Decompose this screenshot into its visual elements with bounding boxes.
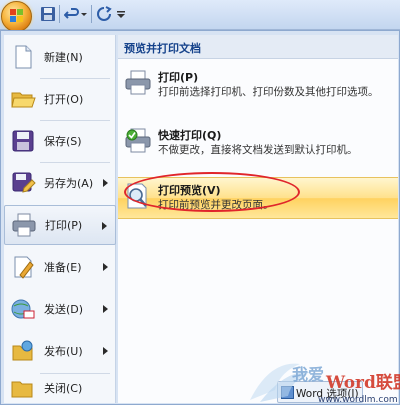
office-menu: 新建(N) 打开(O) 保存(S) 另存为(A) 打印(P) 准备(E) 发送(… [0, 30, 400, 405]
menu-item-print[interactable]: 打印(P) [4, 205, 116, 245]
menu-item-label: 打开(O) [44, 93, 84, 106]
printer-icon [12, 213, 36, 237]
menu-item-label: 发布(U) [44, 345, 83, 358]
command-title: 打印(P) [158, 71, 199, 84]
submenu-arrow-icon [102, 222, 107, 230]
close-folder-icon [11, 381, 33, 398]
new-document-icon [15, 45, 32, 69]
office-menu-left-pane: 新建(N) 打开(O) 保存(S) 另存为(A) 打印(P) 准备(E) 发送(… [4, 35, 116, 403]
menu-item-send[interactable]: 发送(D) [4, 289, 116, 329]
menu-item-label: 另存为(A) [44, 177, 94, 190]
office-button[interactable] [1, 1, 32, 32]
menu-item-label: 新建(N) [44, 51, 83, 64]
toolbar-separator [91, 5, 92, 23]
command-quick-print[interactable]: 快速打印(Q) 不做更改，直接将文档发送到默认打印机。 [118, 123, 398, 181]
command-title: 快速打印(Q) [158, 129, 222, 142]
command-description: 打印前选择打印机、打印份数及其他打印选项。 [158, 86, 379, 98]
save-icon [12, 130, 34, 152]
menu-item-label: 保存(S) [44, 135, 82, 148]
quick-print-icon [125, 128, 151, 153]
undo-icon[interactable] [64, 6, 80, 22]
annotation-oval [124, 172, 300, 212]
menu-item-label: 发送(D) [44, 303, 84, 316]
command-print[interactable]: 打印(P) 打印前选择打印机、打印份数及其他打印选项。 [118, 65, 398, 123]
menu-footer: Word 选项(I) [277, 381, 397, 403]
menu-item-publish[interactable]: 发布(U) [4, 331, 116, 371]
submenu-arrow-icon [103, 347, 108, 355]
word-options-button[interactable]: Word 选项(I) [277, 381, 363, 403]
menu-item-label: 打印(P) [45, 219, 83, 232]
word-options-label: Word 选项(I) [296, 388, 359, 400]
quick-access-toolbar [0, 0, 400, 32]
menu-item-close[interactable]: 关闭(C) [4, 374, 116, 402]
submenu-title: 预览并打印文档 [118, 35, 398, 59]
submenu-arrow-icon [103, 305, 108, 313]
submenu-arrow-icon [103, 179, 108, 187]
menu-item-new[interactable]: 新建(N) [4, 37, 116, 77]
send-icon [11, 299, 35, 319]
office-logo-icon [10, 9, 23, 22]
redo-icon[interactable] [96, 6, 112, 22]
submenu-arrow-icon [103, 263, 108, 271]
customize-toolbar-icon[interactable] [116, 6, 126, 22]
save-icon[interactable] [40, 6, 56, 22]
menu-item-save-as[interactable]: 另存为(A) [4, 163, 116, 203]
prepare-icon [14, 256, 34, 279]
publish-icon [12, 340, 33, 361]
menu-item-label: 准备(E) [44, 261, 82, 274]
save-as-icon [12, 172, 36, 193]
menu-item-label: 关闭(C) [44, 382, 83, 395]
menu-item-open[interactable]: 打开(O) [4, 79, 116, 119]
toolbar-separator [59, 5, 60, 23]
menu-item-save[interactable]: 保存(S) [4, 121, 116, 161]
open-folder-icon [11, 92, 36, 108]
undo-dropdown-icon[interactable] [80, 6, 88, 22]
command-description: 不做更改，直接将文档发送到默认打印机。 [158, 144, 358, 156]
menu-item-prepare[interactable]: 准备(E) [4, 247, 116, 287]
print-submenu: 预览并打印文档 打印(P) 打印前选择打印机、打印份数及其他打印选项。 快速打印… [118, 35, 398, 403]
word-options-icon [281, 386, 294, 399]
printer-icon [125, 70, 151, 95]
